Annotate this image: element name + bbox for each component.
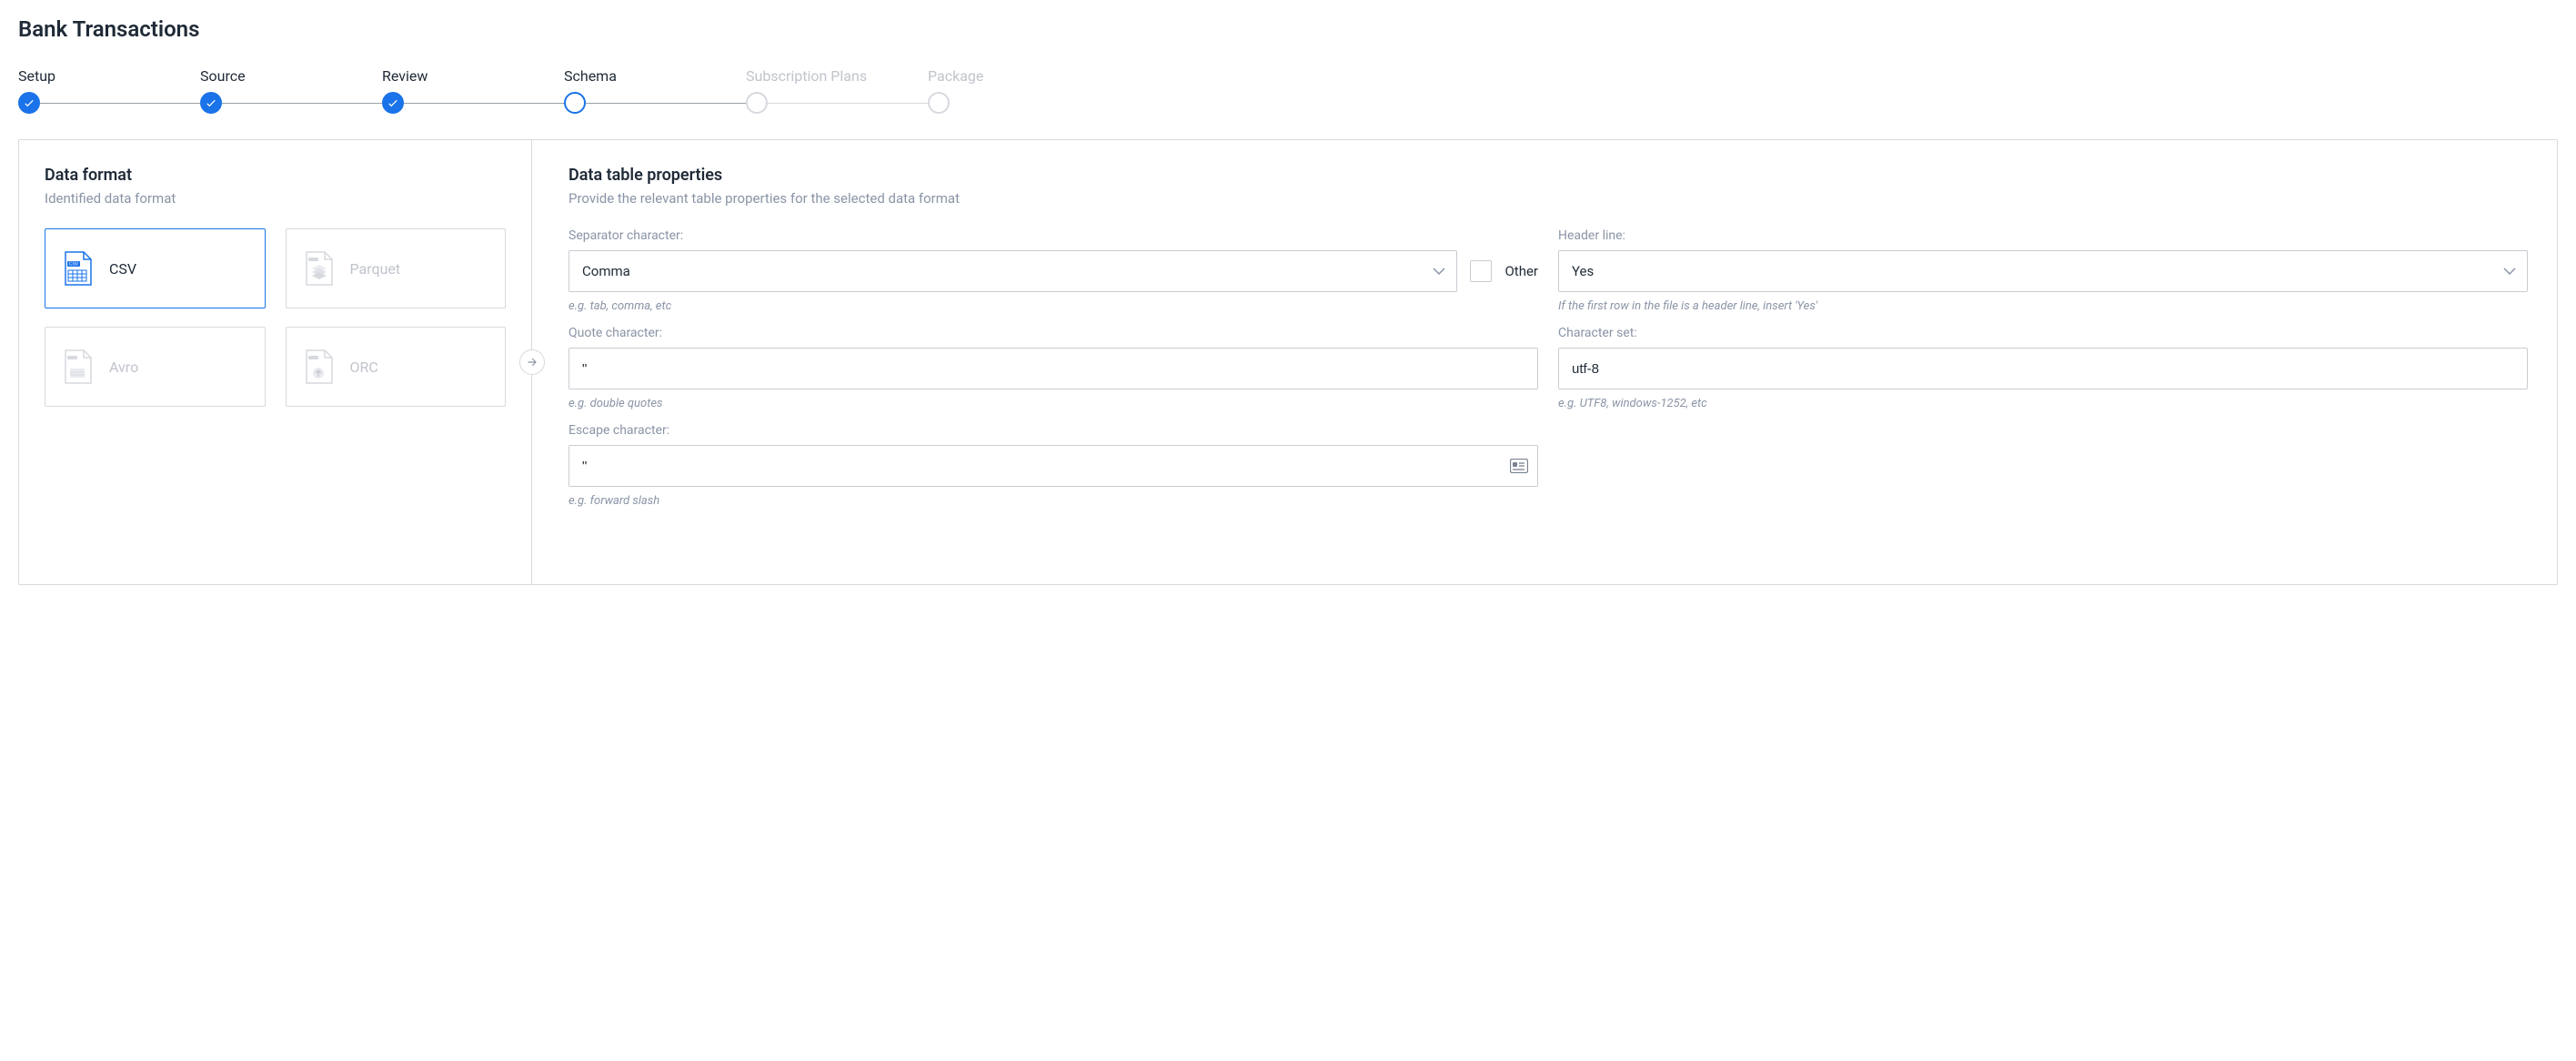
separator-select[interactable]: Comma: [569, 250, 1457, 292]
quote-hint: e.g. double quotes: [569, 397, 1538, 410]
csv-file-icon: CSV: [62, 250, 93, 287]
header-line-value: Yes: [1572, 263, 1594, 279]
step-circle-pending: [746, 92, 768, 114]
header-line-field: Header line: Yes If the first row in the…: [1558, 228, 2528, 313]
chevron-down-icon: [1433, 267, 1445, 276]
step-subscription-plans: Subscription Plans: [746, 67, 928, 114]
step-connector: [768, 103, 928, 104]
arrow-right-icon: [526, 356, 538, 369]
step-circle-pending: [928, 92, 950, 114]
quote-input-text[interactable]: [582, 361, 1524, 377]
id-card-icon: [1510, 459, 1528, 473]
separator-label: Separator character:: [569, 228, 1538, 243]
format-label: ORC: [350, 359, 378, 376]
empty-col: [1558, 423, 2528, 508]
step-source[interactable]: Source: [200, 67, 382, 114]
step-circle-current: [564, 92, 586, 114]
step-circle-done: [382, 92, 404, 114]
step-review[interactable]: Review: [382, 67, 564, 114]
header-line-hint: If the first row in the file is a header…: [1558, 299, 2528, 313]
check-icon: [205, 96, 217, 109]
separator-hint: e.g. tab, comma, etc: [569, 299, 1538, 313]
panel-arrow: [519, 349, 545, 375]
format-card-csv[interactable]: CSV CSV: [45, 228, 266, 308]
format-grid: CSV CSV: [45, 228, 506, 407]
step-connector: [40, 103, 200, 104]
wizard-stepper: Setup Source Review Schema: [18, 67, 2558, 114]
step-connector: [404, 103, 564, 104]
separator-field: Separator character: Comma Other e.g. ta…: [569, 228, 1538, 313]
data-format-subheading: Identified data format: [45, 190, 506, 207]
quote-field: Quote character: e.g. double quotes: [569, 326, 1538, 410]
orc-file-icon: [303, 349, 334, 385]
format-card-avro[interactable]: Avro: [45, 327, 266, 407]
step-circle-done: [18, 92, 40, 114]
charset-input-text[interactable]: [1572, 361, 2514, 377]
data-format-heading: Data format: [45, 166, 506, 185]
escape-hint: e.g. forward slash: [569, 494, 1538, 508]
escape-label: Escape character:: [569, 423, 1538, 438]
escape-field: Escape character: e.g. forward slash: [569, 423, 1538, 508]
table-properties-heading: Data table properties: [569, 166, 2528, 185]
step-connector: [222, 103, 382, 104]
quote-input[interactable]: [569, 348, 1538, 389]
format-card-orc[interactable]: ORC: [286, 327, 507, 407]
page-title: Bank Transactions: [18, 16, 2558, 42]
format-label: Parquet: [350, 260, 401, 278]
schema-panels: Data format Identified data format CSV: [18, 139, 2558, 585]
format-label: Avro: [109, 359, 138, 376]
step-label: Subscription Plans: [746, 67, 867, 85]
header-line-label: Header line:: [1558, 228, 2528, 243]
step-label: Setup: [18, 67, 55, 85]
check-icon: [387, 96, 399, 109]
separator-other-checkbox[interactable]: [1470, 260, 1492, 282]
parquet-file-icon: [303, 250, 334, 287]
table-properties-panel: Data table properties Provide the releva…: [532, 140, 2557, 584]
step-schema[interactable]: Schema: [564, 67, 746, 114]
charset-input[interactable]: [1558, 348, 2528, 389]
table-properties-subheading: Provide the relevant table properties fo…: [569, 190, 2528, 207]
check-icon: [23, 96, 35, 109]
svg-text:CSV: CSV: [69, 262, 79, 268]
step-package: Package: [928, 67, 983, 114]
quote-label: Quote character:: [569, 326, 1538, 340]
escape-input-text[interactable]: [582, 459, 1524, 474]
separator-value: Comma: [582, 263, 630, 279]
format-label: CSV: [109, 260, 136, 278]
data-format-panel: Data format Identified data format CSV: [19, 140, 532, 584]
charset-label: Character set:: [1558, 326, 2528, 340]
escape-input[interactable]: [569, 445, 1538, 487]
step-setup[interactable]: Setup: [18, 67, 200, 114]
format-card-parquet[interactable]: Parquet: [286, 228, 507, 308]
step-label: Schema: [564, 67, 617, 85]
step-label: Source: [200, 67, 246, 85]
charset-field: Character set: e.g. UTF8, windows-1252, …: [1558, 326, 2528, 410]
step-label: Package: [928, 67, 983, 85]
step-connector: [586, 103, 746, 104]
step-circle-done: [200, 92, 222, 114]
step-label: Review: [382, 67, 428, 85]
charset-hint: e.g. UTF8, windows-1252, etc: [1558, 397, 2528, 410]
chevron-down-icon: [2503, 267, 2516, 276]
header-line-select[interactable]: Yes: [1558, 250, 2528, 292]
separator-other-label: Other: [1504, 263, 1538, 279]
avro-file-icon: [62, 349, 93, 385]
